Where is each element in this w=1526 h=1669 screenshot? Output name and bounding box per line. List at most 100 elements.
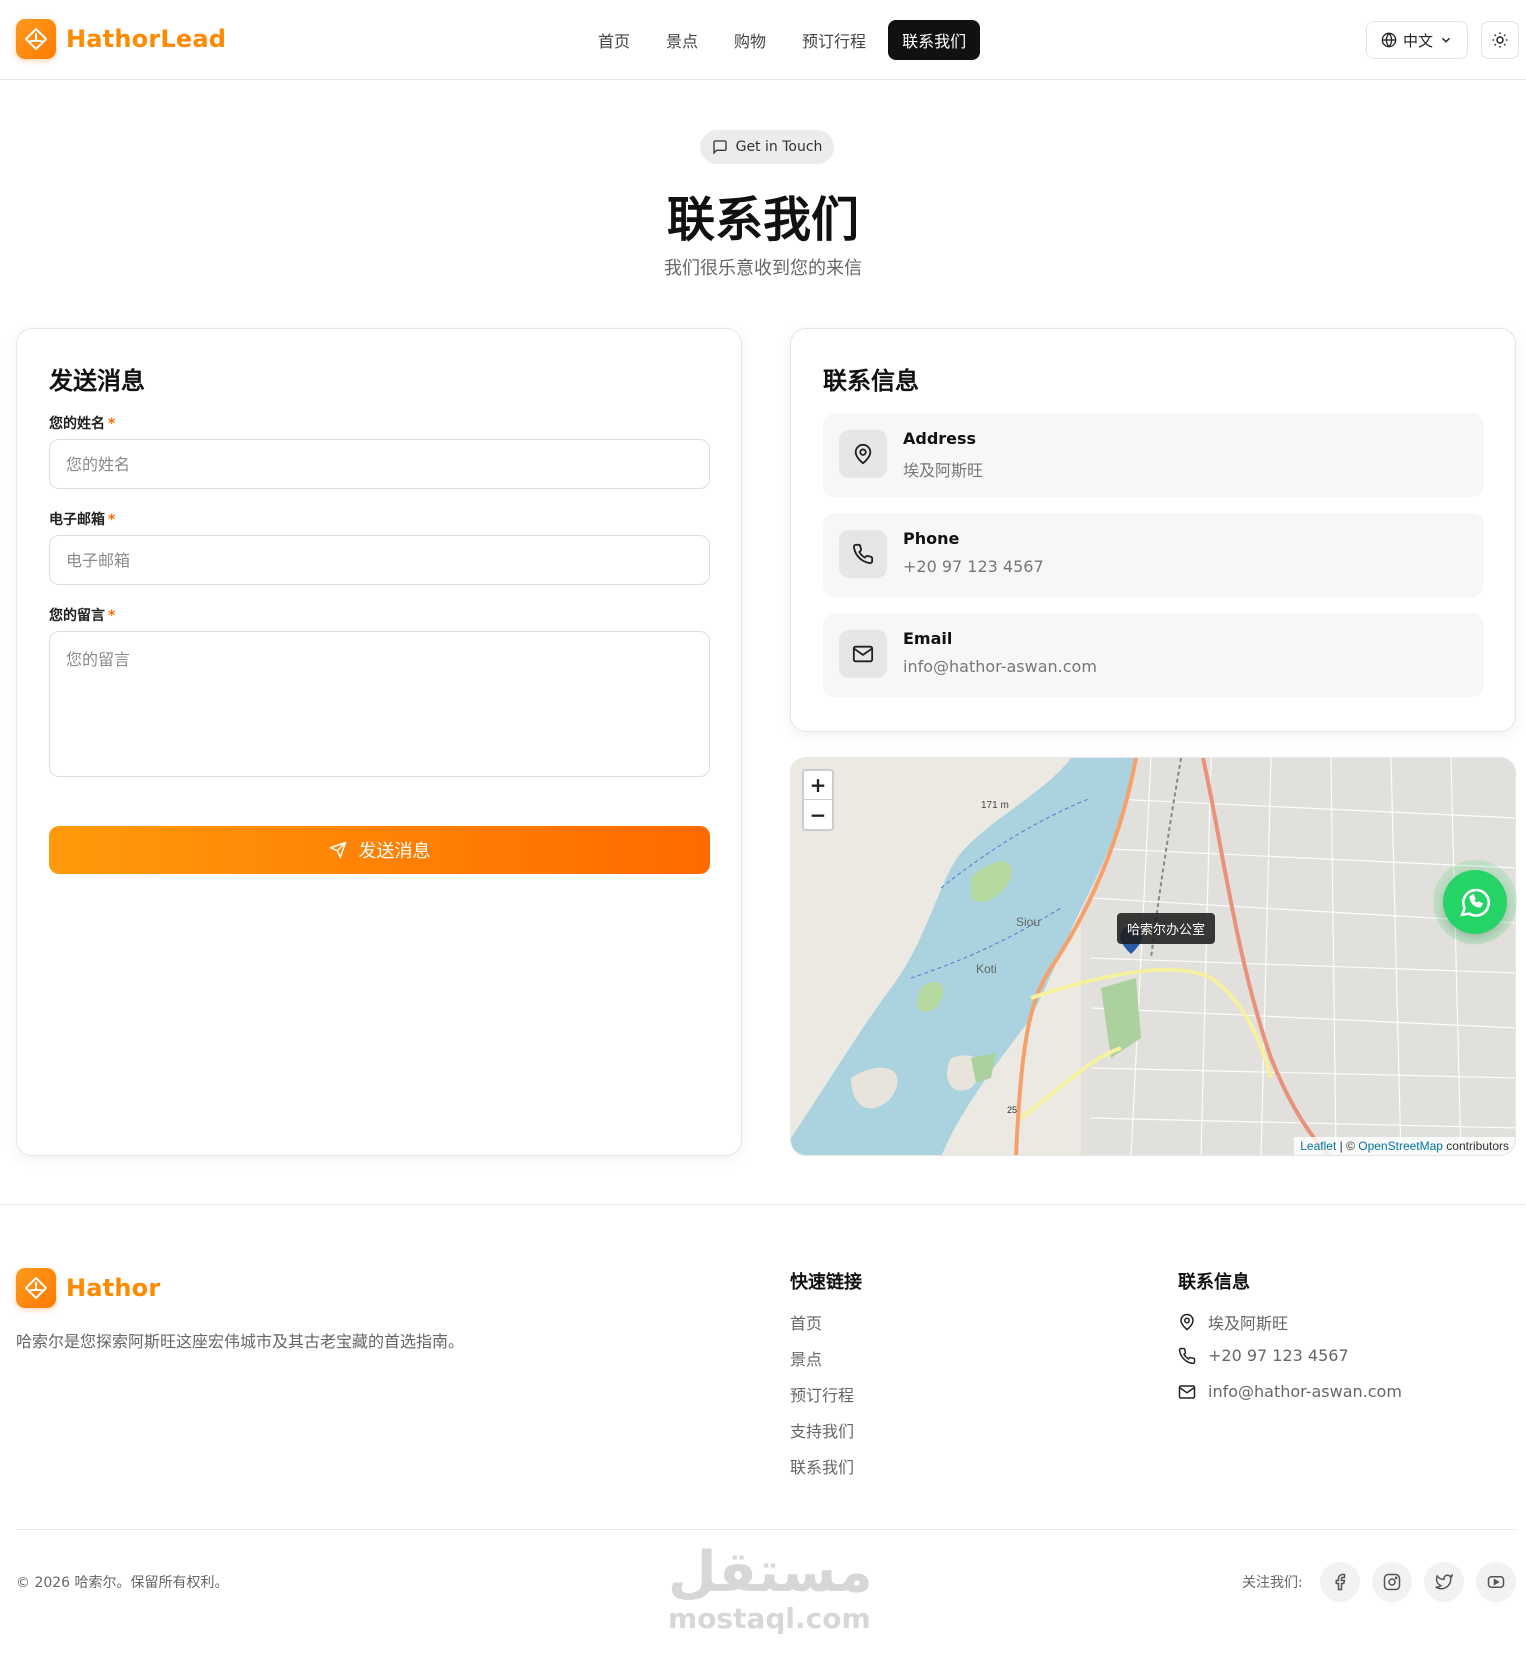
- road-25-label: 25: [1007, 1105, 1017, 1115]
- footer-email[interactable]: info@hathor-aswan.com: [1178, 1382, 1402, 1401]
- email-row: Email info@hathor-aswan.com: [823, 613, 1484, 697]
- twitter-button[interactable]: [1424, 1562, 1464, 1602]
- phone-icon: [839, 530, 887, 578]
- form-title: 发送消息: [49, 367, 145, 395]
- nav-attractions[interactable]: 景点: [652, 20, 712, 60]
- map-attribution: Leaflet | © OpenStreetMap contributors: [1294, 1137, 1515, 1155]
- nav-shopping[interactable]: 购物: [720, 20, 780, 60]
- mail-icon: [839, 630, 887, 678]
- footer-description: 哈索尔是您探索阿斯旺这座宏伟城市及其古老宝藏的首选指南。: [16, 1332, 465, 1351]
- youtube-button[interactable]: [1476, 1562, 1516, 1602]
- address-row: Address 埃及阿斯旺: [823, 413, 1484, 497]
- email-label: 电子邮箱 *: [49, 509, 115, 529]
- send-message-button[interactable]: 发送消息: [49, 826, 710, 874]
- copyright-text: © 2026 哈索尔。保留所有权利。: [16, 1575, 229, 1591]
- elevation-label: 171 m: [981, 800, 1009, 811]
- mail-icon: [1178, 1384, 1196, 1399]
- contact-info-card: 联系信息 Address 埃及阿斯旺 Phone +20 97 123 4567…: [790, 328, 1516, 732]
- footer-link-support[interactable]: 支持我们: [790, 1418, 854, 1442]
- site-header: HathorLead 首页 景点 购物 预订行程 联系我们 中文: [0, 0, 1526, 80]
- email-label-text: 电子邮箱: [49, 512, 105, 528]
- badge-label: Get in Touch: [735, 139, 823, 155]
- globe-icon: [1381, 32, 1397, 48]
- footer-address: 埃及阿斯旺: [1178, 1310, 1288, 1334]
- siou-label: Siou: [1016, 915, 1040, 929]
- phone-row: Phone +20 97 123 4567: [823, 513, 1484, 597]
- send-icon: [329, 841, 346, 859]
- address-label: Address: [903, 429, 977, 448]
- zoom-control: + −: [802, 769, 834, 831]
- footer-phone[interactable]: +20 97 123 4567: [1178, 1346, 1349, 1365]
- language-selector[interactable]: 中文: [1366, 21, 1468, 59]
- footer-link-contact[interactable]: 联系我们: [790, 1454, 854, 1478]
- footer-email-text: info@hathor-aswan.com: [1208, 1382, 1402, 1401]
- footer-contact-title: 联系信息: [1178, 1272, 1250, 1293]
- whatsapp-icon: [1460, 888, 1491, 917]
- email-input[interactable]: [49, 535, 710, 585]
- main-nav: 首页 景点 购物 预订行程 联系我们: [584, 20, 981, 60]
- footer-phone-text: +20 97 123 4567: [1208, 1346, 1349, 1365]
- osm-link[interactable]: OpenStreetMap: [1358, 1139, 1443, 1153]
- footer-brand-name: Hathor: [66, 1274, 161, 1302]
- youtube-icon: [1487, 1576, 1505, 1588]
- get-in-touch-badge: Get in Touch: [700, 130, 834, 164]
- koti-label: Koti: [976, 962, 997, 976]
- footer-link-attractions[interactable]: 景点: [790, 1346, 822, 1370]
- leaflet-link[interactable]: Leaflet: [1300, 1139, 1336, 1153]
- language-label: 中文: [1402, 31, 1433, 50]
- page-subtitle: 我们很乐意收到您的来信: [664, 258, 862, 279]
- instagram-icon: [1383, 1573, 1401, 1591]
- nav-booking[interactable]: 预订行程: [788, 20, 880, 60]
- map-pin-icon: [839, 430, 887, 478]
- required-mark: *: [108, 416, 116, 432]
- address-value: 埃及阿斯旺: [903, 461, 984, 480]
- info-title: 联系信息: [823, 367, 919, 395]
- instagram-button[interactable]: [1372, 1562, 1412, 1602]
- message-square-icon: [712, 140, 727, 155]
- email-label: Email: [903, 629, 953, 648]
- chevron-down-icon: [1441, 37, 1451, 43]
- watermark-arabic: مستقل: [668, 1540, 873, 1605]
- follow-us-label: 关注我们:: [1242, 1575, 1303, 1591]
- message-textarea[interactable]: [49, 631, 710, 777]
- nav-home[interactable]: 首页: [584, 20, 644, 60]
- footer-divider: [0, 1204, 1526, 1205]
- footer-address-text: 埃及阿斯旺: [1208, 1314, 1289, 1333]
- required-mark: *: [108, 608, 116, 624]
- quick-links-title: 快速链接: [790, 1272, 862, 1293]
- email-value[interactable]: info@hathor-aswan.com: [903, 657, 1097, 676]
- twitter-icon: [1435, 1573, 1453, 1590]
- nav-contact[interactable]: 联系我们: [888, 20, 981, 60]
- page-title: 联系我们: [666, 192, 859, 248]
- required-mark: *: [108, 512, 116, 528]
- facebook-icon: [1335, 1573, 1346, 1591]
- footer-link-booking[interactable]: 预订行程: [790, 1382, 854, 1406]
- sun-icon: [1492, 32, 1508, 48]
- phone-icon: [1178, 1347, 1196, 1364]
- message-label-text: 您的留言: [49, 608, 105, 624]
- whatsapp-button[interactable]: [1443, 870, 1507, 934]
- footer-link-home[interactable]: 首页: [790, 1310, 822, 1334]
- message-label: 您的留言 *: [49, 605, 115, 625]
- name-label-text: 您的姓名: [49, 416, 105, 432]
- map-tiles: 171 m Siou Koti 25: [791, 758, 1515, 1155]
- footer-brand[interactable]: Hathor: [16, 1268, 160, 1308]
- name-label: 您的姓名 *: [49, 413, 115, 433]
- theme-toggle[interactable]: [1481, 21, 1519, 59]
- zoom-out-button[interactable]: −: [804, 800, 832, 829]
- location-map[interactable]: 171 m Siou Koti 25 + − 哈索尔办公室 Leaflet | …: [790, 757, 1516, 1156]
- logo-icon: [16, 1268, 56, 1308]
- contact-form-card: 发送消息 您的姓名* 电子邮箱* 您的留言* 发送消息: [16, 328, 742, 1156]
- facebook-button[interactable]: [1320, 1562, 1360, 1602]
- footer-bottom-divider: [16, 1529, 1516, 1530]
- attribution-tail: contributors: [1442, 1139, 1509, 1153]
- zoom-in-button[interactable]: +: [804, 771, 832, 800]
- phone-value[interactable]: +20 97 123 4567: [903, 557, 1044, 576]
- phone-label: Phone: [903, 529, 960, 548]
- name-input[interactable]: [49, 439, 710, 489]
- map-pin-icon: [1180, 1313, 1194, 1331]
- brand-logo[interactable]: HathorLead: [16, 19, 226, 59]
- marker-tooltip: 哈索尔办公室: [1117, 913, 1216, 944]
- send-button-label: 发送消息: [358, 841, 431, 862]
- brand-name: HathorLead: [66, 25, 227, 53]
